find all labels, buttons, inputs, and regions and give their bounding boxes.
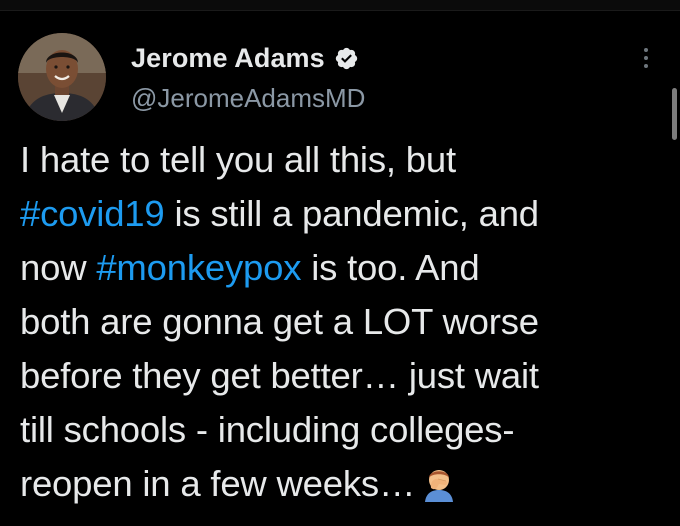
tweet-line-6: till schools - including colleges- — [20, 403, 660, 457]
scrollbar[interactable] — [672, 88, 677, 140]
tweet-line-7: reopen in a few weeks… — [20, 457, 660, 511]
author-display-name[interactable]: Jerome Adams — [131, 43, 325, 74]
tweet-line-5-text: before they get better… just wait — [20, 355, 539, 396]
tweet-line-7-text: reopen in a few weeks… — [20, 463, 416, 504]
tweet-line-3: now #monkeypox is too. And — [20, 241, 660, 295]
top-divider — [0, 0, 680, 11]
man-facepalming-emoji-icon — [425, 470, 454, 502]
avatar-photo-icon — [18, 33, 106, 121]
tweet-line-4-text: both are gonna get a LOT worse — [20, 301, 539, 342]
author-name-row[interactable]: Jerome Adams — [131, 42, 359, 74]
tweet-line-3-start: now — [20, 247, 97, 288]
tweet-line-2: #covid19 is still a pandemic, and — [20, 187, 660, 241]
verified-badge-icon — [335, 47, 357, 69]
hashtag-covid19-link[interactable]: #covid19 — [20, 193, 165, 234]
author-handle[interactable]: @JeromeAdamsMD — [131, 83, 365, 114]
tweet-line-4: both are gonna get a LOT worse — [20, 295, 660, 349]
tweet-line-3-text: is too. And — [301, 247, 480, 288]
avatar[interactable] — [18, 33, 106, 121]
tweet-text: I hate to tell you all this, but #covid1… — [20, 133, 660, 511]
hashtag-monkeypox-link[interactable]: #monkeypox — [96, 247, 301, 288]
tweet-line-2-text: is still a pandemic, and — [164, 193, 539, 234]
more-options-icon[interactable] — [636, 44, 656, 74]
tweet-line-1-text: I hate to tell you all this, but — [20, 139, 456, 180]
tweet-line-5: before they get better… just wait — [20, 349, 660, 403]
tweet-line-1: I hate to tell you all this, but — [20, 133, 660, 187]
tweet-line-6-text: till schools - including colleges- — [20, 409, 515, 450]
